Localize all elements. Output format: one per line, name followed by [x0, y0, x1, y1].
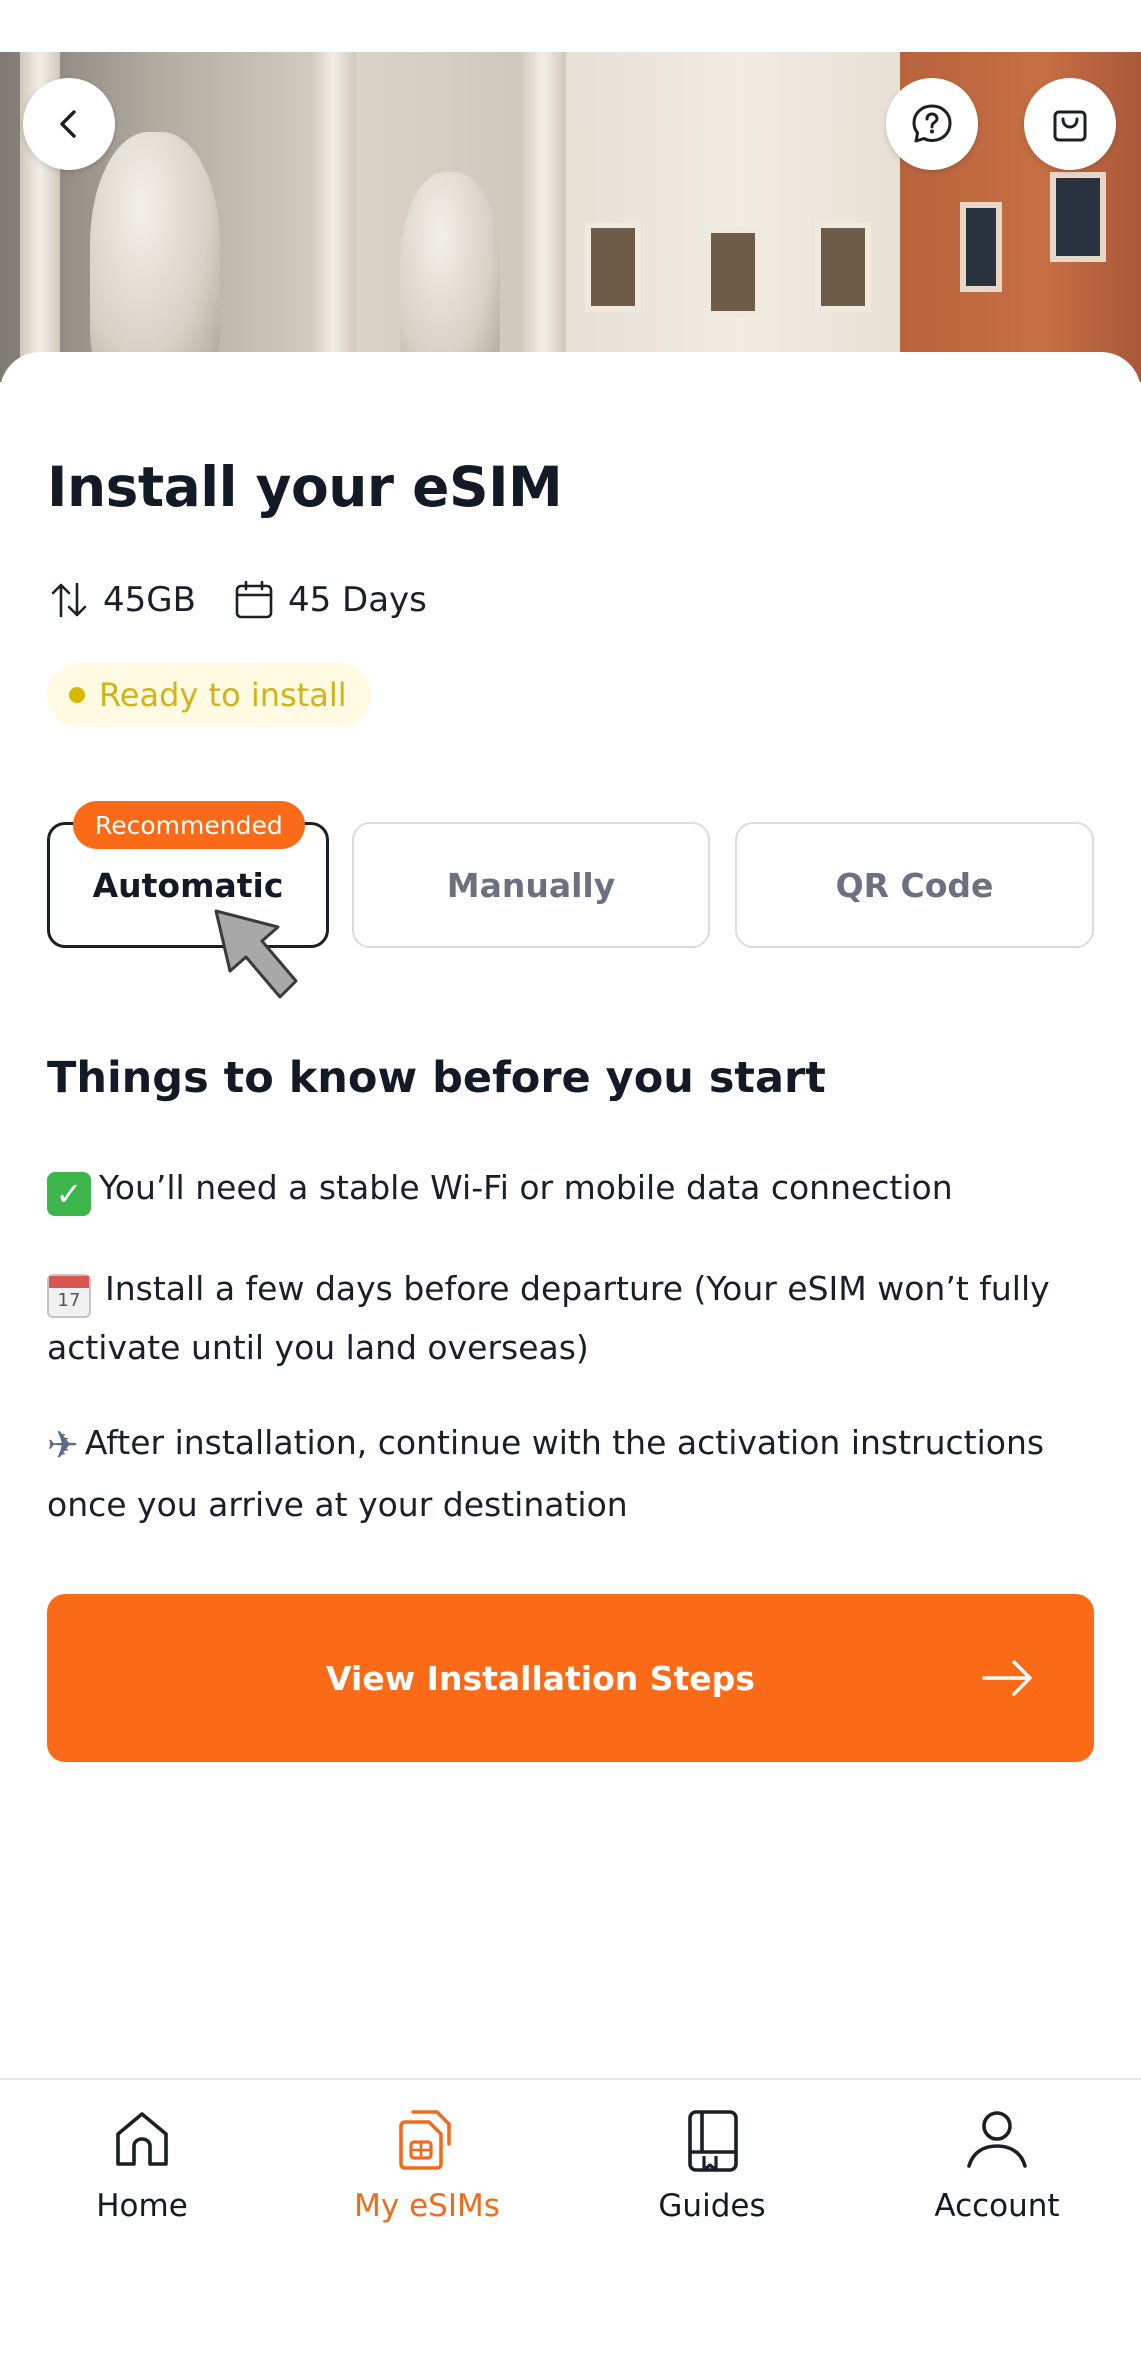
tab-manually[interactable]: Manually: [352, 822, 710, 948]
hero-window: [815, 222, 871, 312]
nav-guides-label: Guides: [658, 2188, 766, 2224]
info-item-text: After installation, continue with the ac…: [47, 1423, 1045, 1524]
nav-account-label: Account: [934, 2188, 1060, 2224]
info-item-text: Install a few days before departure (You…: [47, 1269, 1050, 1367]
calendar-icon: [235, 580, 273, 619]
recommended-badge: Recommended: [73, 801, 305, 849]
nav-my-esims-label: My eSIMs: [354, 2188, 500, 2224]
info-item: ✈ After installation, continue with the a…: [47, 1413, 1097, 1534]
airplane-emoji-icon: ✈: [47, 1423, 79, 1467]
bottom-navigation: Home My eSIMs Guides Account: [0, 2078, 1141, 2357]
hero-window: [585, 222, 641, 312]
nav-home[interactable]: Home: [42, 2106, 242, 2224]
esim-icon: [399, 2110, 451, 2170]
plan-specs: 45GB 45 Days: [47, 578, 463, 622]
hero-window: [1050, 172, 1106, 262]
book-icon: [688, 2110, 738, 2172]
check-mark-emoji-icon: ✓: [47, 1172, 91, 1216]
data-amount: 45GB: [47, 578, 196, 622]
duration-label: 45 Days: [287, 580, 427, 620]
page-title: Install your eSIM: [47, 455, 563, 519]
info-item: 17 Install a few days before departure (Y…: [47, 1259, 1097, 1377]
nav-my-esims[interactable]: My eSIMs: [327, 2106, 527, 2224]
hero-statue: [90, 132, 220, 382]
home-icon: [116, 2112, 168, 2166]
status-badge: Ready to install: [47, 663, 371, 727]
back-button[interactable]: [23, 78, 115, 170]
hero-column: [310, 52, 356, 382]
user-icon: [967, 2111, 1027, 2168]
transfer-arrows-icon: [51, 582, 87, 618]
tab-manually-label: Manually: [446, 865, 616, 905]
cart-button[interactable]: [1024, 78, 1116, 170]
shopping-bag-icon: [1053, 110, 1087, 142]
tab-qr-code[interactable]: QR Code: [735, 822, 1094, 948]
nav-home-label: Home: [96, 2188, 188, 2224]
tab-qr-code-label: QR Code: [835, 865, 994, 905]
nav-account[interactable]: Account: [897, 2106, 1097, 2224]
status-dot-icon: [69, 687, 85, 703]
tab-automatic-label: Automatic: [92, 865, 284, 905]
status-label: Ready to install: [99, 676, 347, 714]
help-button[interactable]: [886, 78, 978, 170]
info-item-text: You’ll need a stable Wi-Fi or mobile dat…: [99, 1168, 953, 1207]
info-item: ✓ You’ll need a stable Wi-Fi or mobile da…: [47, 1158, 1097, 1217]
hero-column: [520, 52, 566, 382]
things-to-know-title: Things to know before you start: [47, 1053, 826, 1103]
chevron-left-icon: [60, 110, 76, 138]
view-installation-steps-button[interactable]: View Installation Steps: [47, 1594, 1094, 1762]
hero-window: [705, 227, 761, 317]
plan-duration: 45 Days: [232, 578, 427, 622]
hero-building-center: [560, 52, 920, 382]
cta-label: View Installation Steps: [326, 1658, 755, 1698]
hero-window: [960, 202, 1002, 292]
data-amount-label: 45GB: [103, 580, 196, 620]
calendar-emoji-icon: 17: [47, 1274, 91, 1318]
nav-guides[interactable]: Guides: [612, 2106, 812, 2224]
pointer-cursor-icon: [214, 909, 298, 999]
arrow-right-icon: [982, 1660, 1032, 1696]
help-icon: [912, 104, 952, 143]
hero-statue: [400, 172, 500, 382]
